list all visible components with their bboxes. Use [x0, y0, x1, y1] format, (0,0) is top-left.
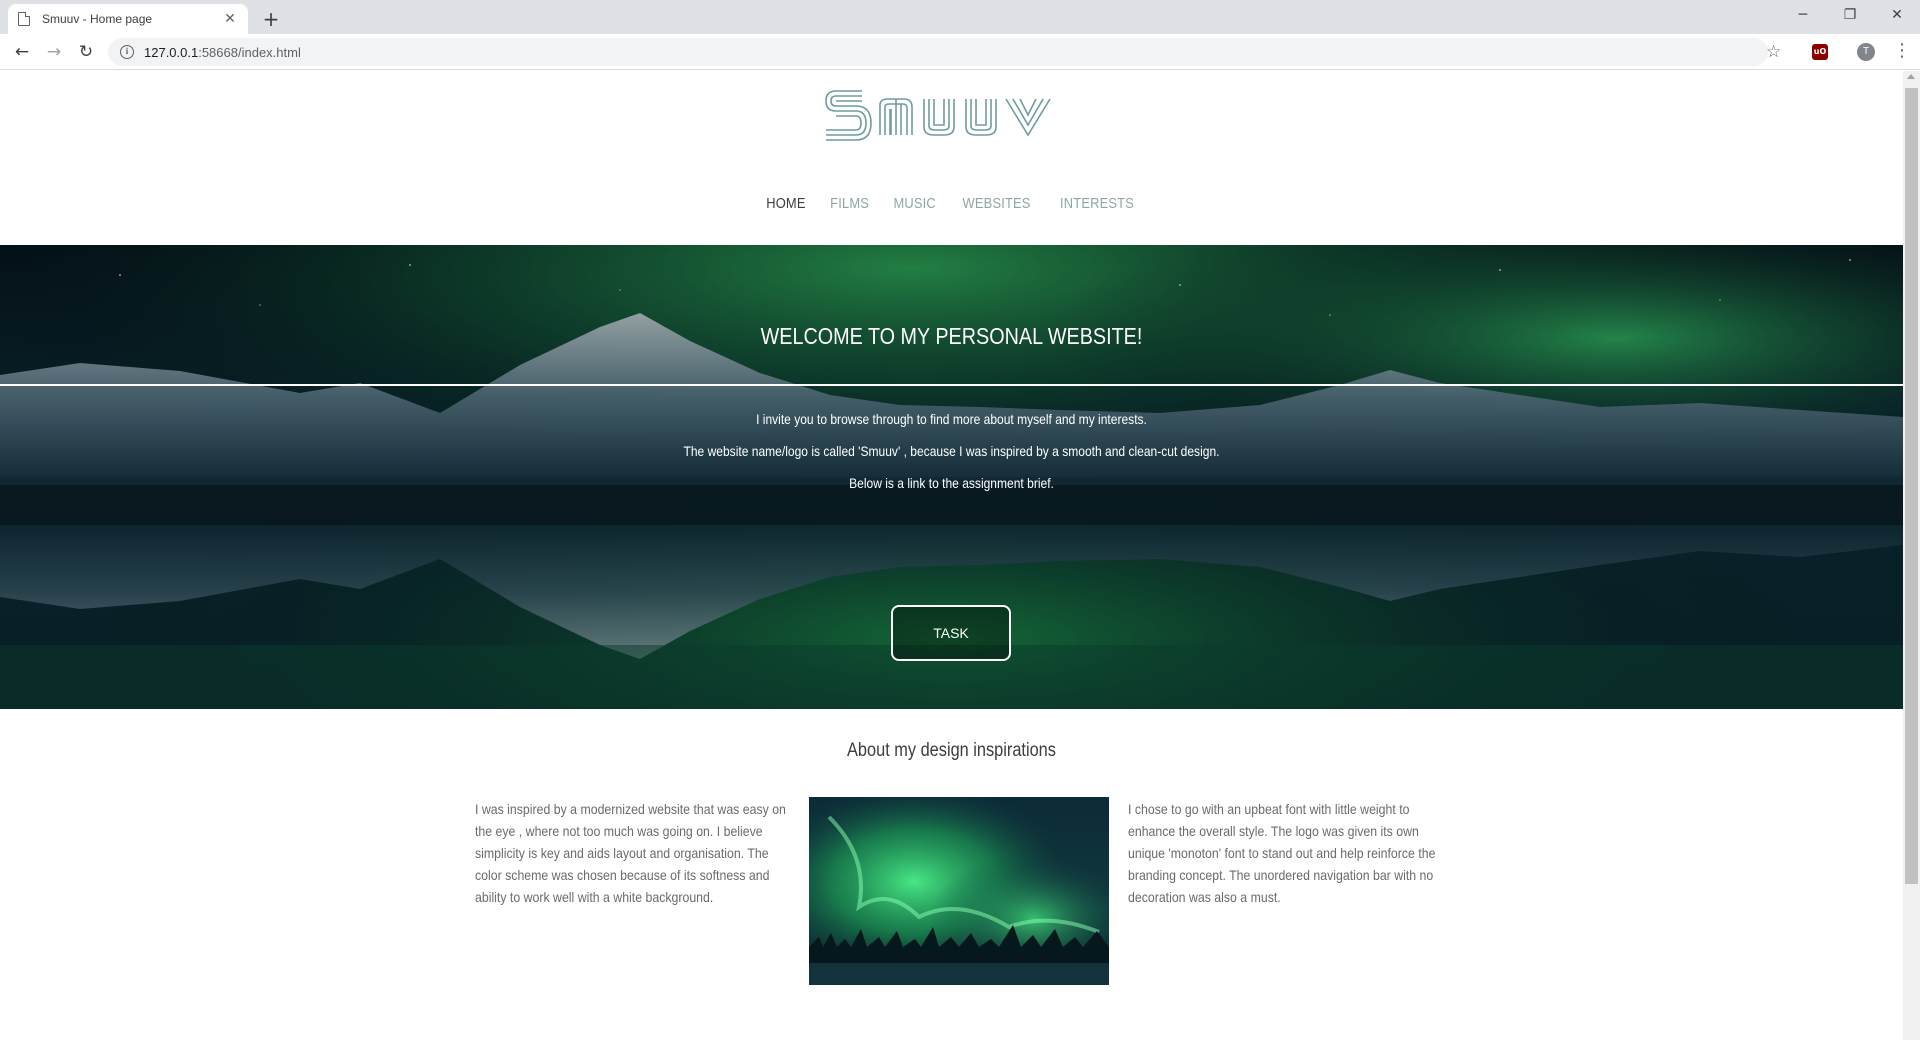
- close-tab-icon[interactable]: ✕: [222, 11, 238, 27]
- about-right-text: I chose to go with an upbeat font with l…: [1128, 801, 1436, 905]
- site-logo[interactable]: [0, 85, 1903, 149]
- hero-text-line-1: I invite you to browse through to find m…: [756, 411, 1147, 427]
- scrollbar-thumb[interactable]: [1905, 88, 1918, 884]
- page-scrollbar[interactable]: [1903, 71, 1920, 1040]
- task-button[interactable]: TASK: [891, 605, 1011, 661]
- hero-banner: WELCOME TO MY PERSONAL WEBSITE! I invite…: [0, 245, 1903, 709]
- new-tab-button[interactable]: +: [258, 6, 284, 32]
- browser-tabbar: Smuuv - Home page ✕ + ─ ❐ ✕: [0, 0, 1920, 34]
- nav-music[interactable]: MUSIC: [893, 195, 935, 212]
- bookmark-star-icon[interactable]: ☆: [1766, 42, 1781, 62]
- nav-websites[interactable]: WEBSITES: [963, 195, 1031, 212]
- hero-text-line-3: Below is a link to the assignment brief.: [849, 475, 1054, 491]
- url-path: :58668/index.html: [198, 44, 301, 60]
- nav-interests[interactable]: INTERESTS: [1060, 195, 1134, 212]
- address-bar[interactable]: i 127.0.0.1 :58668/index.html: [108, 38, 1768, 66]
- tab-title: Smuuv - Home page: [42, 12, 153, 26]
- about-left-text: I was inspired by a modernized website t…: [475, 801, 786, 905]
- browser-toolbar: ← → ↻ i 127.0.0.1 :58668/index.html: [0, 34, 1920, 70]
- smuuv-logo-graphic: [824, 90, 1051, 141]
- hero-title: WELCOME TO MY PERSONAL WEBSITE!: [760, 323, 1143, 349]
- browser-tab[interactable]: Smuuv - Home page ✕: [8, 4, 248, 34]
- hero-divider: [0, 384, 1903, 386]
- scroll-up-icon[interactable]: [1907, 74, 1915, 79]
- hero-text-line-2: The website name/logo is called 'Smuuv' …: [683, 443, 1220, 459]
- about-left-column: I was inspired by a modernized website t…: [475, 798, 795, 908]
- aurora-image-graphic: [809, 797, 1109, 985]
- ublock-extension-icon[interactable]: uO: [1812, 44, 1828, 60]
- profile-avatar[interactable]: T: [1857, 43, 1875, 61]
- page-icon: [18, 12, 30, 26]
- browser-menu-icon[interactable]: ⋮: [1893, 40, 1911, 61]
- back-icon[interactable]: ←: [8, 38, 36, 66]
- page-viewport: HOME FILMS MUSIC WEBSITES INTERESTS WELC…: [0, 71, 1903, 1040]
- forward-icon[interactable]: →: [40, 38, 68, 66]
- close-window-button[interactable]: ✕: [1874, 0, 1920, 30]
- restore-button[interactable]: ❐: [1827, 0, 1873, 30]
- about-heading: About my design inspirations: [847, 740, 1056, 761]
- nav-home[interactable]: HOME: [766, 195, 805, 212]
- reload-icon[interactable]: ↻: [72, 38, 100, 66]
- about-right-column: I chose to go with an upbeat font with l…: [1128, 798, 1448, 908]
- aurora-photo: [809, 797, 1109, 985]
- nav-films[interactable]: FILMS: [830, 195, 869, 212]
- url-host: 127.0.0.1: [144, 44, 199, 60]
- main-nav: HOME FILMS MUSIC WEBSITES INTERESTS: [0, 193, 1903, 212]
- info-icon[interactable]: i: [120, 45, 134, 59]
- minimize-button[interactable]: ─: [1780, 0, 1826, 30]
